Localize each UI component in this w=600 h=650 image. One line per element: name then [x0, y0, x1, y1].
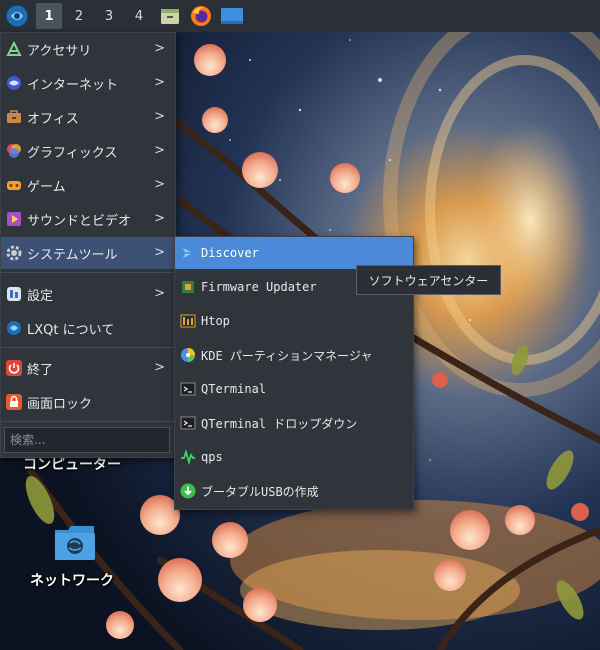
submenu-item-label: KDE パーティションマネージャ — [201, 348, 373, 363]
chevron-right-icon: > — [154, 211, 165, 226]
lxqt-logo-icon — [6, 5, 28, 27]
games-icon — [6, 177, 22, 193]
application-menu: アクセサリ > インターネット > オフィス > グラフィックス > ゲーム >… — [0, 32, 176, 458]
submenu-item-label: Discover — [201, 246, 259, 260]
menu-item-label: 設定 — [27, 288, 54, 304]
taskbar: 1 2 3 4 — [0, 0, 600, 32]
desktop-icon[interactable] — [219, 3, 245, 29]
internet-icon — [6, 75, 22, 91]
settings-icon — [6, 286, 22, 302]
shutdown-icon — [6, 360, 22, 376]
chevron-right-icon: > — [154, 286, 165, 301]
workspace-3-button[interactable]: 3 — [96, 3, 122, 29]
menu-item-about-lxqt[interactable]: LXQt について — [1, 312, 175, 344]
chevron-right-icon: > — [154, 75, 165, 90]
discover-tooltip: ソフトウェアセンター — [356, 265, 501, 295]
menu-item-leave[interactable]: 終了 > — [1, 352, 175, 384]
submenu-item-usb-creator[interactable]: ブータブルUSBの作成 — [175, 475, 413, 507]
menu-item-settings[interactable]: 設定 > — [1, 278, 175, 310]
submenu-item-qterminal-dropdown[interactable]: QTerminal ドロップダウン — [175, 407, 413, 439]
menu-item-label: LXQt について — [27, 322, 115, 338]
submenu-item-htop[interactable]: Htop — [175, 305, 413, 337]
menu-item-graphics[interactable]: グラフィックス > — [1, 135, 175, 167]
workspace-2-button[interactable]: 2 — [66, 3, 92, 29]
file-manager-icon[interactable] — [157, 3, 183, 29]
menu-separator — [1, 347, 175, 348]
office-icon — [6, 109, 22, 125]
firefox-icon[interactable] — [188, 3, 214, 29]
menu-item-label: グラフィックス — [27, 145, 118, 161]
menu-item-label: サウンドとビデオ — [27, 213, 132, 229]
htop-icon — [180, 313, 196, 329]
menu-item-label: オフィス — [27, 111, 79, 127]
menu-item-accessories[interactable]: アクセサリ > — [1, 33, 175, 65]
menu-separator — [1, 421, 175, 422]
firmware-icon — [180, 279, 196, 295]
lxqt-icon — [6, 320, 22, 336]
menu-item-multimedia[interactable]: サウンドとビデオ > — [1, 203, 175, 235]
submenu-item-qterminal[interactable]: QTerminal — [175, 373, 413, 405]
terminal-icon — [180, 415, 196, 431]
network-folder-icon[interactable] — [54, 524, 96, 562]
menu-item-label: ゲーム — [27, 179, 66, 195]
menu-item-office[interactable]: オフィス > — [1, 101, 175, 133]
submenu-item-qps[interactable]: qps — [175, 441, 413, 473]
submenu-item-label: ブータブルUSBの作成 — [201, 484, 319, 499]
menu-item-label: アクセサリ — [27, 43, 92, 59]
menu-search-input[interactable] — [4, 427, 170, 453]
chevron-right-icon: > — [154, 143, 165, 158]
chevron-right-icon: > — [154, 245, 165, 260]
chevron-right-icon: > — [154, 109, 165, 124]
partition-manager-icon — [180, 347, 196, 363]
usb-creator-icon — [180, 483, 196, 499]
menu-separator — [1, 272, 175, 273]
workspace-1-button[interactable]: 1 — [36, 3, 62, 29]
menu-item-internet[interactable]: インターネット > — [1, 67, 175, 99]
submenu-item-label: Htop — [201, 314, 230, 328]
accessories-icon — [6, 41, 22, 57]
chevron-right-icon: > — [154, 360, 165, 375]
submenu-item-partition-manager[interactable]: KDE パーティションマネージャ — [175, 339, 413, 371]
chevron-right-icon: > — [154, 177, 165, 192]
desktop-network-label[interactable]: ネットワーク — [30, 570, 114, 590]
submenu-item-label: qps — [201, 450, 223, 464]
workspace-4-button[interactable]: 4 — [126, 3, 152, 29]
terminal-icon — [180, 381, 196, 397]
menu-item-label: システムツール — [27, 247, 118, 263]
system-tools-icon — [6, 245, 22, 261]
menu-item-label: インターネット — [27, 77, 119, 93]
discover-icon — [180, 245, 196, 261]
menu-item-lock-screen[interactable]: 画面ロック — [1, 386, 175, 418]
lock-icon — [6, 394, 22, 410]
menu-item-system-tools[interactable]: システムツール > — [1, 237, 175, 269]
start-menu-button[interactable] — [2, 1, 32, 31]
menu-item-games[interactable]: ゲーム > — [1, 169, 175, 201]
menu-item-label: 終了 — [27, 362, 54, 378]
graphics-icon — [6, 143, 22, 159]
submenu-item-label: QTerminal ドロップダウン — [201, 416, 358, 431]
qps-icon — [180, 449, 196, 465]
submenu-item-label: QTerminal — [201, 382, 267, 396]
menu-item-label: 画面ロック — [27, 396, 93, 412]
submenu-item-label: Firmware Updater — [201, 280, 317, 294]
multimedia-icon — [6, 211, 22, 227]
chevron-right-icon: > — [154, 41, 165, 56]
